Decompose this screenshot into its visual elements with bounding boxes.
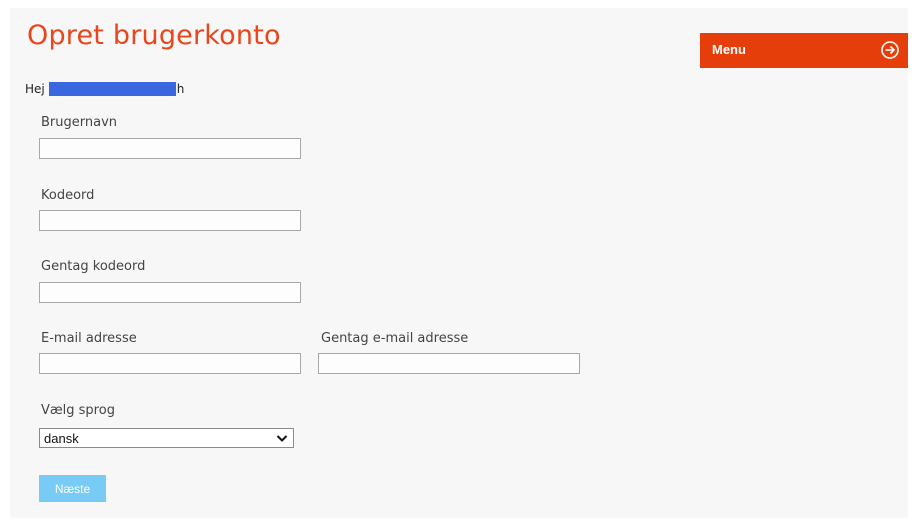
menu-label: Menu [712, 42, 746, 57]
page-container: Opret brugerkonto Menu Hej h Brugernavn … [10, 8, 908, 518]
greeting-prefix: Hej [25, 82, 45, 96]
menu-button[interactable]: Menu [700, 33, 908, 68]
language-selected-value: dansk [44, 431, 79, 446]
password-label: Kodeord [41, 188, 95, 203]
email-label: E-mail adresse [41, 331, 137, 346]
greeting: Hej h [25, 82, 184, 96]
repeat-password-label: Gentag kodeord [41, 259, 146, 274]
repeat-email-input[interactable] [318, 353, 580, 374]
username-input[interactable] [39, 138, 301, 159]
email-input[interactable] [39, 353, 301, 374]
repeat-password-input[interactable] [39, 282, 301, 303]
language-label: Vælg sprog [41, 403, 115, 418]
repeat-email-label: Gentag e-mail adresse [321, 331, 469, 346]
chevron-down-icon [276, 435, 288, 442]
language-select[interactable]: dansk [39, 428, 294, 448]
greeting-last-char: h [176, 82, 185, 96]
arrow-right-circle-icon [881, 41, 899, 59]
redacted-name [48, 82, 176, 96]
page-title: Opret brugerkonto [27, 20, 281, 51]
next-button[interactable]: Næste [39, 475, 106, 502]
username-label: Brugernavn [41, 115, 118, 130]
password-input[interactable] [39, 210, 301, 231]
